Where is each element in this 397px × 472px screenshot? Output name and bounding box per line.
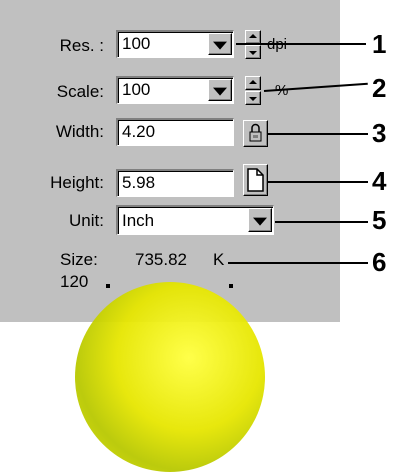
callout-number-2: 2	[372, 73, 387, 103]
callout-line-4	[268, 181, 368, 183]
arrow-up-icon	[249, 80, 257, 84]
resolution-dropdown-button[interactable]	[208, 33, 232, 55]
unit-select[interactable]: Inch	[116, 205, 274, 235]
scale-increment-button[interactable]	[245, 76, 261, 90]
height-value: 5.98	[122, 173, 156, 192]
unit-label: Unit:	[69, 211, 104, 230]
width-label: Width:	[55, 122, 104, 141]
height-input[interactable]: 5.98	[116, 169, 234, 197]
size-value: 735.82	[135, 250, 187, 269]
scale-label: Scale:	[56, 82, 104, 101]
preview-marker	[229, 284, 233, 288]
page-icon	[247, 168, 264, 192]
callout-line-6	[228, 262, 368, 264]
resolution-select[interactable]: 100	[116, 30, 234, 58]
arrow-down-icon	[249, 97, 257, 101]
callout-line-3	[268, 133, 368, 135]
callout-number-1: 1	[372, 29, 387, 59]
height-label: Height:	[50, 173, 104, 192]
width-value: 4.20	[122, 122, 156, 141]
width-input[interactable]: 4.20	[116, 118, 234, 146]
callout-line-5	[275, 221, 368, 223]
arrow-up-icon	[249, 34, 257, 38]
lock-icon	[249, 123, 262, 142]
callout-number-4: 4	[372, 166, 387, 196]
resolution-decrement-button[interactable]	[245, 45, 261, 59]
resolution-value: 100	[122, 34, 151, 53]
size-label: Size:	[60, 250, 98, 269]
scale-select[interactable]: 100	[116, 76, 234, 104]
chevron-down-icon	[253, 217, 267, 226]
preview-wheel	[75, 282, 265, 472]
chevron-down-icon	[213, 41, 227, 50]
resolution-increment-button[interactable]	[245, 30, 261, 44]
resolution-label: Res. :	[59, 36, 104, 55]
image-size-panel: Res. : 100 dpi Scale: 100 % Width: 4.20	[0, 0, 340, 472]
scale-decrement-button[interactable]	[245, 91, 261, 105]
callout-line-1	[236, 43, 366, 45]
callout-number-5: 5	[372, 205, 387, 235]
preview-marker	[106, 284, 110, 288]
chevron-down-icon	[213, 87, 227, 96]
callout-number-6: 6	[372, 247, 387, 277]
callout-number-3: 3	[372, 118, 387, 148]
preview-value: 120	[60, 272, 89, 291]
scale-dropdown-button[interactable]	[208, 79, 232, 101]
unit-value: Inch	[122, 211, 155, 230]
unit-dropdown-button[interactable]	[248, 208, 272, 232]
size-unit: K	[213, 250, 225, 269]
scale-value: 100	[122, 80, 151, 99]
arrow-down-icon	[249, 51, 257, 55]
orientation-button[interactable]	[243, 164, 268, 196]
constrain-proportions-button[interactable]	[243, 120, 268, 147]
